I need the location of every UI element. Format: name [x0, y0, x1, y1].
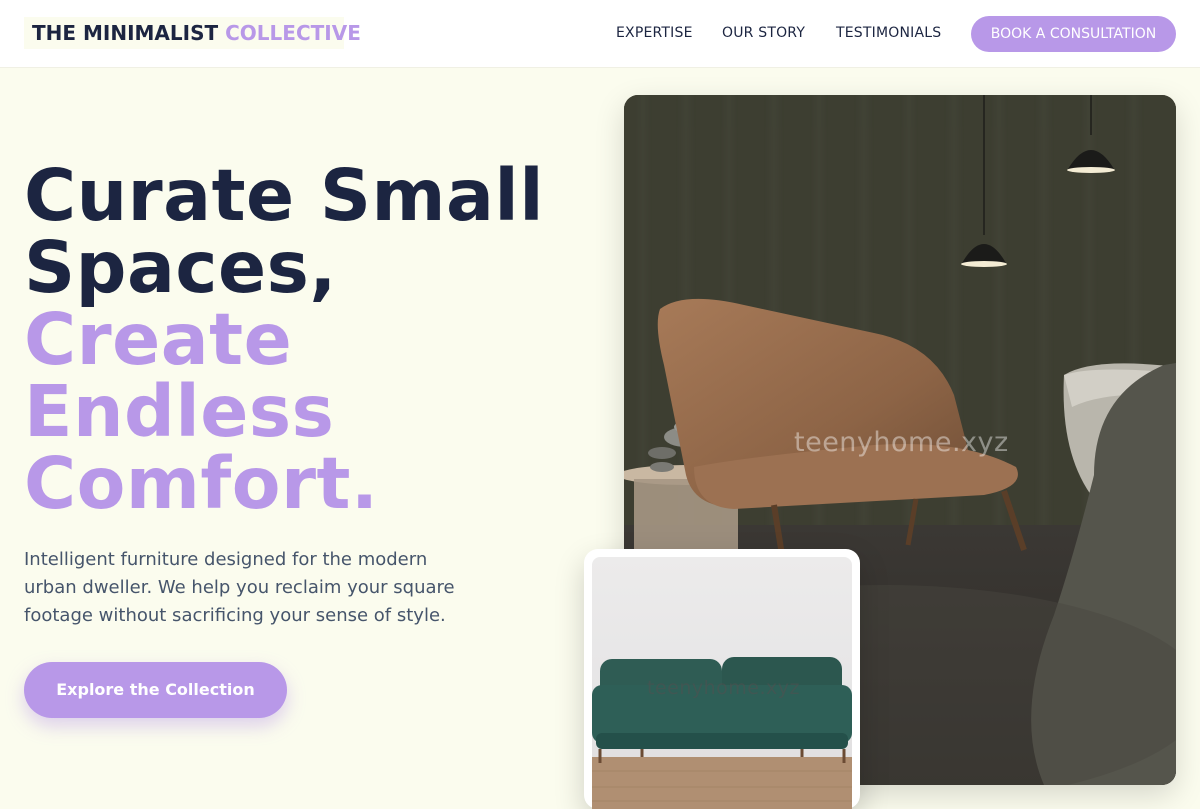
hero-subtext: Intelligent furniture designed for the m…: [24, 549, 455, 626]
headline-line-5: Comfort.: [24, 442, 379, 525]
explore-collection-button[interactable]: Explore the Collection: [24, 662, 287, 718]
headline-line-4: Endless: [24, 370, 335, 453]
main-image-watermark: teenyhome.xyz: [794, 427, 1009, 458]
headline-line-2: Spaces,: [24, 226, 337, 309]
brand-logo[interactable]: THE MINIMALIST COLLECTIVE: [24, 17, 361, 49]
headline-line-1: Curate Small: [24, 154, 545, 237]
nav-link-our-story[interactable]: OUR STORY: [722, 25, 805, 41]
site-header: THE MINIMALIST COLLECTIVE EXPERTISE OUR …: [0, 0, 1200, 68]
brand-name-primary: THE MINIMALIST: [32, 21, 219, 45]
inset-photo-card: teenyhome.xyz: [584, 549, 860, 809]
brand-name-accent: COLLECTIVE: [225, 21, 361, 45]
card-image-watermark: teenyhome.xyz: [647, 677, 800, 699]
green-sofa-photo: teenyhome.xyz: [592, 557, 852, 809]
book-consultation-button[interactable]: BOOK A CONSULTATION: [971, 16, 1176, 52]
hero-headline: Curate Small Spaces, Create Endless Comf…: [24, 160, 584, 520]
headline-line-3: Create: [24, 298, 293, 381]
nav-link-testimonials[interactable]: TESTIMONIALS: [836, 25, 941, 41]
nav-link-expertise[interactable]: EXPERTISE: [616, 25, 693, 41]
